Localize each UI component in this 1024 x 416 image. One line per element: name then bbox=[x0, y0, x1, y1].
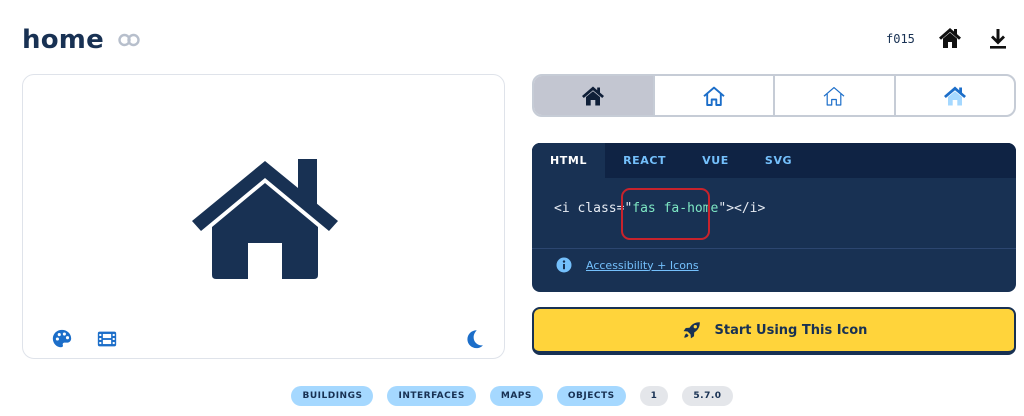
unicode-label: f015 bbox=[886, 32, 915, 46]
palette-icon[interactable] bbox=[51, 328, 73, 350]
highlight-annotation bbox=[621, 188, 710, 240]
title-row: home bbox=[22, 22, 142, 58]
page-title: home bbox=[22, 25, 104, 55]
tag-list: BUILDINGS INTERFACES MAPS OBJECTS 1 5.7.… bbox=[0, 386, 1024, 406]
film-icon[interactable] bbox=[96, 328, 118, 350]
icon-preview-card bbox=[22, 74, 505, 359]
style-duotone-button[interactable] bbox=[896, 76, 1015, 115]
start-using-button[interactable]: Start Using This Icon bbox=[532, 307, 1016, 355]
home-solid-icon bbox=[582, 86, 605, 105]
accessibility-link[interactable]: Accessibility + Icons bbox=[586, 259, 699, 272]
start-using-label: Start Using This Icon bbox=[714, 322, 868, 338]
tag-buildings[interactable]: BUILDINGS bbox=[291, 386, 374, 406]
home-icon-preview bbox=[192, 159, 338, 279]
style-regular-button[interactable] bbox=[655, 76, 775, 115]
home-duotone-icon bbox=[943, 86, 966, 105]
tag-maps[interactable]: MAPS bbox=[489, 386, 543, 406]
tag-version: 5.7.0 bbox=[682, 386, 733, 406]
accessibility-row: Accessibility + Icons bbox=[556, 257, 699, 273]
tag-objects[interactable]: OBJECTS bbox=[556, 386, 626, 406]
link-icon[interactable] bbox=[116, 27, 142, 53]
code-tabs: HTML REACT VUE SVG bbox=[532, 143, 1016, 178]
home-regular-icon bbox=[703, 86, 725, 106]
tab-react[interactable]: REACT bbox=[605, 143, 684, 178]
icon-style-switcher bbox=[532, 74, 1016, 117]
style-solid-button[interactable] bbox=[534, 76, 655, 115]
home-light-icon bbox=[823, 86, 845, 106]
code-suffix: "></i> bbox=[718, 201, 766, 216]
tag-count: 1 bbox=[639, 386, 669, 406]
tag-interfaces[interactable]: INTERFACES bbox=[387, 386, 476, 406]
tab-svg[interactable]: SVG bbox=[747, 143, 810, 178]
code-snippet-panel: HTML REACT VUE SVG <i class="fas fa-home… bbox=[532, 143, 1016, 292]
info-circle-icon bbox=[556, 257, 572, 273]
tab-html[interactable]: HTML bbox=[532, 143, 606, 178]
rocket-icon bbox=[683, 322, 700, 339]
tab-vue[interactable]: VUE bbox=[684, 143, 747, 178]
home-icon bbox=[939, 28, 961, 48]
moon-icon[interactable] bbox=[463, 328, 485, 350]
download-icon[interactable] bbox=[986, 26, 1010, 50]
style-light-button[interactable] bbox=[775, 76, 896, 115]
code-divider bbox=[532, 248, 1016, 249]
